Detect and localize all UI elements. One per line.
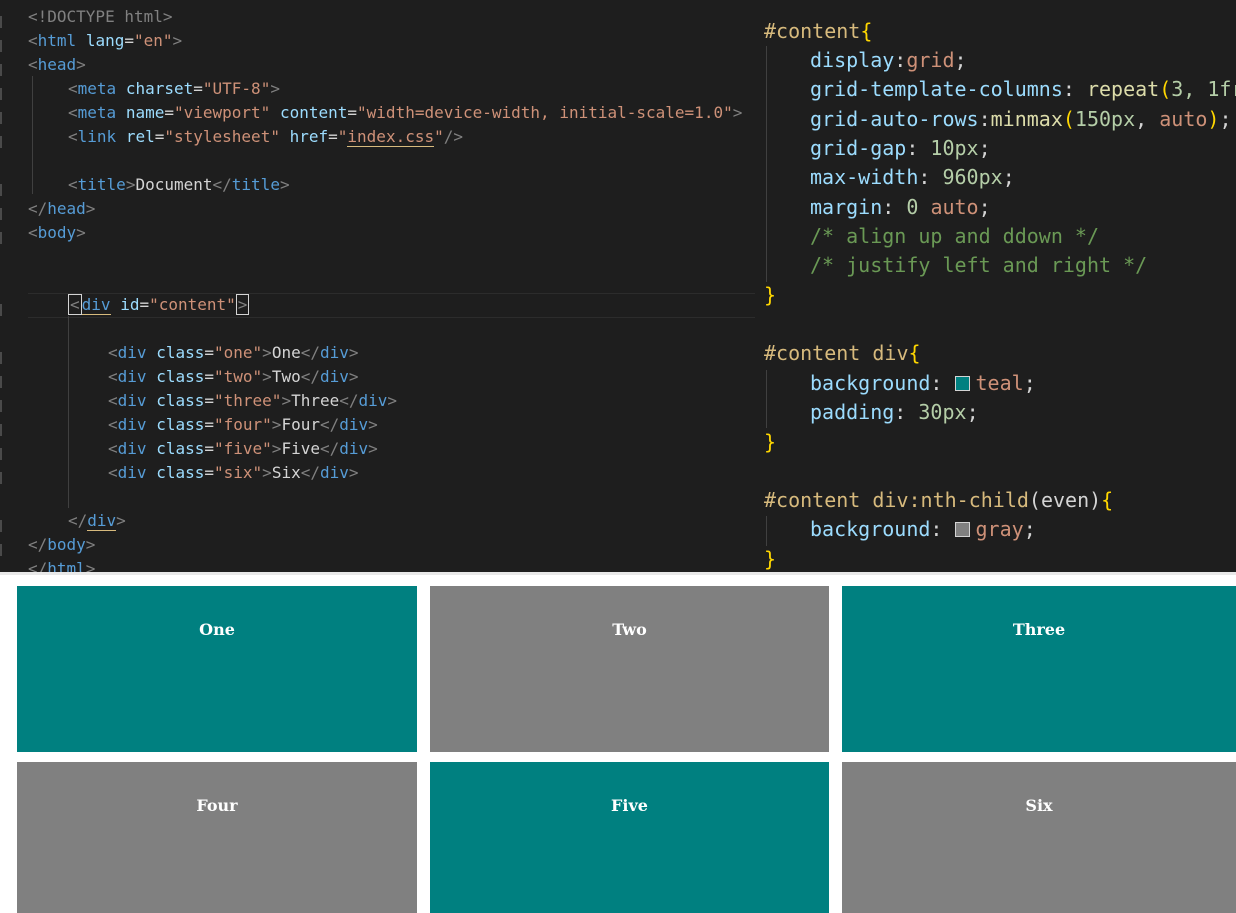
href-link[interactable]: index.css <box>347 127 435 147</box>
code-line-div-five: <div class="five">Five</div> <box>108 439 378 458</box>
lang-value: "en" <box>133 31 173 50</box>
grid-cell-two: Two <box>430 586 829 752</box>
grid-cell-one: One <box>17 586 417 752</box>
code-line-html-open: <html lang="en"> <box>28 31 183 50</box>
css-line-grid-template-columns: grid-template-columns: repeat(3, 1fr); <box>810 77 1236 101</box>
code-line-body-open: <body> <box>28 223 86 242</box>
css-line-comment-align: /* align up and ddown */ <box>810 224 1099 248</box>
css-line-close-1: } <box>764 283 777 307</box>
css-line-close-3: } <box>764 547 777 571</box>
grid-cell-four: Four <box>17 762 417 913</box>
html-editor-pane[interactable]: <!DOCTYPE html> <html lang="en"> <head> … <box>0 0 755 572</box>
code-line-meta-charset: <meta charset="UTF-8"> <box>68 79 280 98</box>
code-line-div-two: <div class="two">Two</div> <box>108 367 359 386</box>
name-value: "viewport" <box>173 103 271 122</box>
grid-cell-three: Three <box>842 586 1236 752</box>
content-id-value: "content" <box>149 295 236 314</box>
css-line-background-teal: background: teal; <box>810 371 1036 395</box>
code-line-doctype: <!DOCTYPE html> <box>28 5 173 29</box>
css-line-close-2: } <box>764 430 777 454</box>
css-line-margin: margin: 0 auto; <box>810 195 991 219</box>
code-line-div-one: <div class="one">One</div> <box>108 343 359 362</box>
title-text: Document <box>135 175 213 194</box>
code-line-div-content-open: < div id="content" > <box>68 294 250 315</box>
code-line-meta-viewport: <meta name="viewport" content="width=dev… <box>68 103 743 122</box>
code-line-div-three: <div class="three">Three</div> <box>108 391 398 410</box>
content-attr-value: "width=device-width, initial-scale=1.0" <box>357 103 733 122</box>
css-line-selector-content-div: #content div{ <box>764 341 921 365</box>
code-line-div-close: </div> <box>68 511 126 531</box>
grid-cell-six: Six <box>842 762 1236 913</box>
doctype-text: <!DOCTYPE html> <box>28 7 173 26</box>
grid-cell-five: Five <box>430 762 829 913</box>
code-line-link: <link rel="stylesheet" href="index.css"/… <box>68 127 464 147</box>
code-line-head-open: <head> <box>28 55 86 74</box>
charset-value: "UTF-8" <box>202 79 271 98</box>
code-line-html-close: </html> <box>28 559 96 572</box>
code-line-body-close: </body> <box>28 535 96 554</box>
css-line-grid-gap: grid-gap: 10px; <box>810 136 991 160</box>
css-line-selector-nth-child: #content div:nth-child(even){ <box>764 488 1114 512</box>
code-line-head-close: </head> <box>28 199 96 218</box>
pane-separator <box>0 572 1236 575</box>
teal-color-swatch[interactable] <box>954 376 970 391</box>
code-editor: <!DOCTYPE html> <html lang="en"> <head> … <box>0 0 1236 572</box>
preview-grid: One Two Three Four Five Six <box>17 586 1236 913</box>
code-line-div-six: <div class="six">Six</div> <box>108 463 359 482</box>
code-line-div-four: <div class="four">Four</div> <box>108 415 378 434</box>
css-line-max-width: max-width: 960px; <box>810 165 1015 189</box>
css-line-display: display:grid; <box>810 48 967 72</box>
css-line-comment-justify: /* justify left and right */ <box>810 253 1148 277</box>
css-line-background-gray: background: gray; <box>810 517 1036 541</box>
code-line-title: <title>Document</title> <box>68 175 290 194</box>
css-line-padding: padding: 30px; <box>810 400 979 424</box>
gray-color-swatch[interactable] <box>954 522 970 537</box>
rel-value: "stylesheet" <box>164 127 280 146</box>
css-line-grid-auto-rows: grid-auto-rows:minmax(150px, auto); <box>810 107 1232 131</box>
css-line-selector-content: #content{ <box>764 19 873 43</box>
